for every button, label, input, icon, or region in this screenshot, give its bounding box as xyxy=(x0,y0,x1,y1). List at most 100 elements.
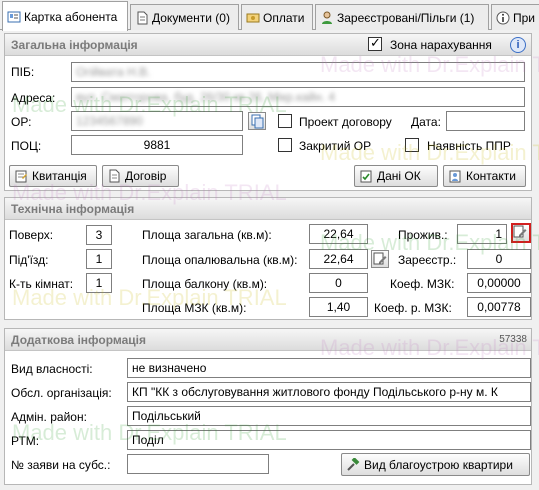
tab-label: При xyxy=(513,10,536,25)
group-title: Технічна інформація xyxy=(11,202,135,216)
service-org-field[interactable]: КП "КК з обслуговування житлового фонду … xyxy=(127,382,531,402)
rooms-label: К-ть кімнат: xyxy=(9,277,74,291)
coef-mzk-field[interactable]: 0,00000 xyxy=(467,273,531,293)
pib-value: Огійвата Н.В. xyxy=(76,65,151,79)
tab-label: Оплати xyxy=(263,10,305,25)
total-area-field[interactable]: 22,64 xyxy=(309,224,368,244)
info-icon xyxy=(496,11,510,25)
entrance-field[interactable]: 1 xyxy=(86,249,112,269)
rtm-label: РТМ: xyxy=(11,434,40,448)
residing-field[interactable]: 1 xyxy=(457,224,507,244)
data-ok-button-label: Дані ОК xyxy=(377,169,421,183)
technical-info-group: Технічна інформація Поверх: 3 Під'їзд: 1… xyxy=(4,197,532,320)
ppr-checkbox[interactable] xyxy=(405,138,419,152)
poc-field[interactable]: 9881 xyxy=(71,135,243,155)
data-ok-icon xyxy=(359,169,373,183)
additional-info-group: Додаткова інформація 57338 Вид власності… xyxy=(4,328,532,485)
group-header: Технічна інформація xyxy=(5,198,531,220)
total-area-label: Площа загальна (кв.м): xyxy=(142,228,272,242)
address-field[interactable]: вул. Сматгорова, буд. 26/30 кв.26, Мікр.… xyxy=(71,87,525,107)
general-info-group: Загальна інформація Зона нарахування i П… xyxy=(4,33,532,191)
date-field[interactable] xyxy=(446,111,525,131)
heated-area-label: Площа опалювальна (кв.м): xyxy=(142,253,298,267)
coef-r-mzk-label: Коеф. р. МЗК: xyxy=(374,301,452,315)
closed-or-label: Закритий ОР xyxy=(299,139,372,153)
closed-or-checkbox[interactable] xyxy=(278,138,292,152)
zone-checkbox[interactable] xyxy=(368,35,382,51)
contract-button[interactable]: Договір xyxy=(102,165,179,187)
balcony-area-label: Площа балкону (кв.м): xyxy=(142,277,268,291)
zone-label: Зона нарахування xyxy=(390,38,492,52)
or-field[interactable]: 1234567890 xyxy=(71,111,243,131)
card-icon xyxy=(7,10,21,24)
tab-payments[interactable]: Оплати xyxy=(241,4,313,30)
tab-more[interactable]: При xyxy=(491,4,539,30)
floors-field[interactable]: 3 xyxy=(86,225,112,245)
contract-icon xyxy=(107,169,121,183)
receipt-icon xyxy=(14,169,28,183)
contacts-icon xyxy=(448,169,462,183)
address-label: Адреса: xyxy=(11,91,56,105)
payments-icon xyxy=(246,11,260,25)
tab-label: Картка абонента xyxy=(24,9,118,24)
tab-label: Зареєстровані/Пільги (1) xyxy=(337,10,475,25)
group-header: Додаткова інформація 57338 xyxy=(5,329,531,351)
ppr-label: Наявність ППР xyxy=(427,139,511,153)
contacts-button[interactable]: Контакти xyxy=(443,165,526,187)
tab-registered-benefits[interactable]: Зареєстровані/Пільги (1) xyxy=(315,4,489,30)
project-contract-label: Проект договору xyxy=(299,115,392,129)
copy-button[interactable] xyxy=(248,112,266,130)
admin-district-field[interactable]: Подільський xyxy=(127,406,531,426)
improvement-type-button[interactable]: Вид благоустрою квартири xyxy=(341,453,530,476)
pib-field[interactable]: Огійвата Н.В. xyxy=(71,62,525,82)
receipt-button-label: Квитанція xyxy=(32,169,87,183)
service-org-label: Обсл. організація: xyxy=(11,386,112,400)
registered-field[interactable]: 0 xyxy=(467,249,531,269)
edit-icon xyxy=(513,225,527,238)
residing-label: Прожив.: xyxy=(398,228,448,242)
record-code: 57338 xyxy=(499,334,527,345)
registered-label: Зареєстр.: xyxy=(398,253,457,267)
contacts-button-label: Контакти xyxy=(466,169,516,183)
edit-heated-area-button[interactable] xyxy=(371,250,389,268)
entrance-label: Під'їзд: xyxy=(9,253,49,267)
residing-details-button[interactable] xyxy=(511,223,531,243)
hammer-icon xyxy=(346,456,360,472)
person-icon xyxy=(320,11,334,25)
tab-label: Документи (0) xyxy=(152,10,230,25)
group-title: Загальна інформація xyxy=(11,38,138,52)
coef-mzk-label: Коеф. МЗК: xyxy=(390,277,455,291)
subsidy-field[interactable] xyxy=(127,454,269,474)
contract-button-label: Договір xyxy=(125,169,167,183)
or-value: 1234567890 xyxy=(76,114,143,128)
project-contract-checkbox[interactable] xyxy=(278,114,292,128)
subsidy-label: № заяви на субс.: xyxy=(11,458,111,472)
document-icon xyxy=(135,11,149,25)
heated-area-field[interactable]: 22,64 xyxy=(309,249,368,269)
rooms-field[interactable]: 1 xyxy=(86,273,112,293)
copy-icon xyxy=(251,114,264,129)
receipt-button[interactable]: Квитанція xyxy=(9,165,97,187)
tab-subscriber-card[interactable]: Картка абонента xyxy=(2,1,128,31)
help-icon[interactable]: i xyxy=(510,37,526,53)
address-value: вул. Сматгорова, буд. 26/30 кв.26, Мікр.… xyxy=(76,90,336,104)
date-label: Дата: xyxy=(411,115,441,129)
admin-district-label: Адмін. район: xyxy=(11,410,87,424)
mzk-area-label: Площа МЗК (кв.м): xyxy=(142,301,247,315)
tab-documents[interactable]: Документи (0) xyxy=(130,4,239,30)
ownership-field[interactable]: не визначено xyxy=(127,358,531,378)
pib-label: ПІБ: xyxy=(11,65,35,79)
edit-icon xyxy=(373,252,387,265)
rtm-field[interactable]: Поділ xyxy=(127,430,531,450)
group-title: Додаткова інформація xyxy=(11,333,146,347)
data-ok-button[interactable]: Дані ОК xyxy=(354,165,438,187)
coef-r-mzk-field[interactable]: 0,00778 xyxy=(467,297,531,317)
poc-label: ПОЦ: xyxy=(11,139,42,153)
tab-strip: Картка абонента Документи (0) Оплати Зар… xyxy=(0,0,539,31)
floors-label: Поверх: xyxy=(9,228,54,242)
ownership-label: Вид власності: xyxy=(11,362,93,376)
balcony-area-field[interactable]: 0 xyxy=(309,273,368,293)
improvement-type-button-label: Вид благоустрою квартири xyxy=(364,457,513,472)
or-label: ОР: xyxy=(11,115,32,129)
mzk-area-field[interactable]: 1,40 xyxy=(309,297,368,317)
